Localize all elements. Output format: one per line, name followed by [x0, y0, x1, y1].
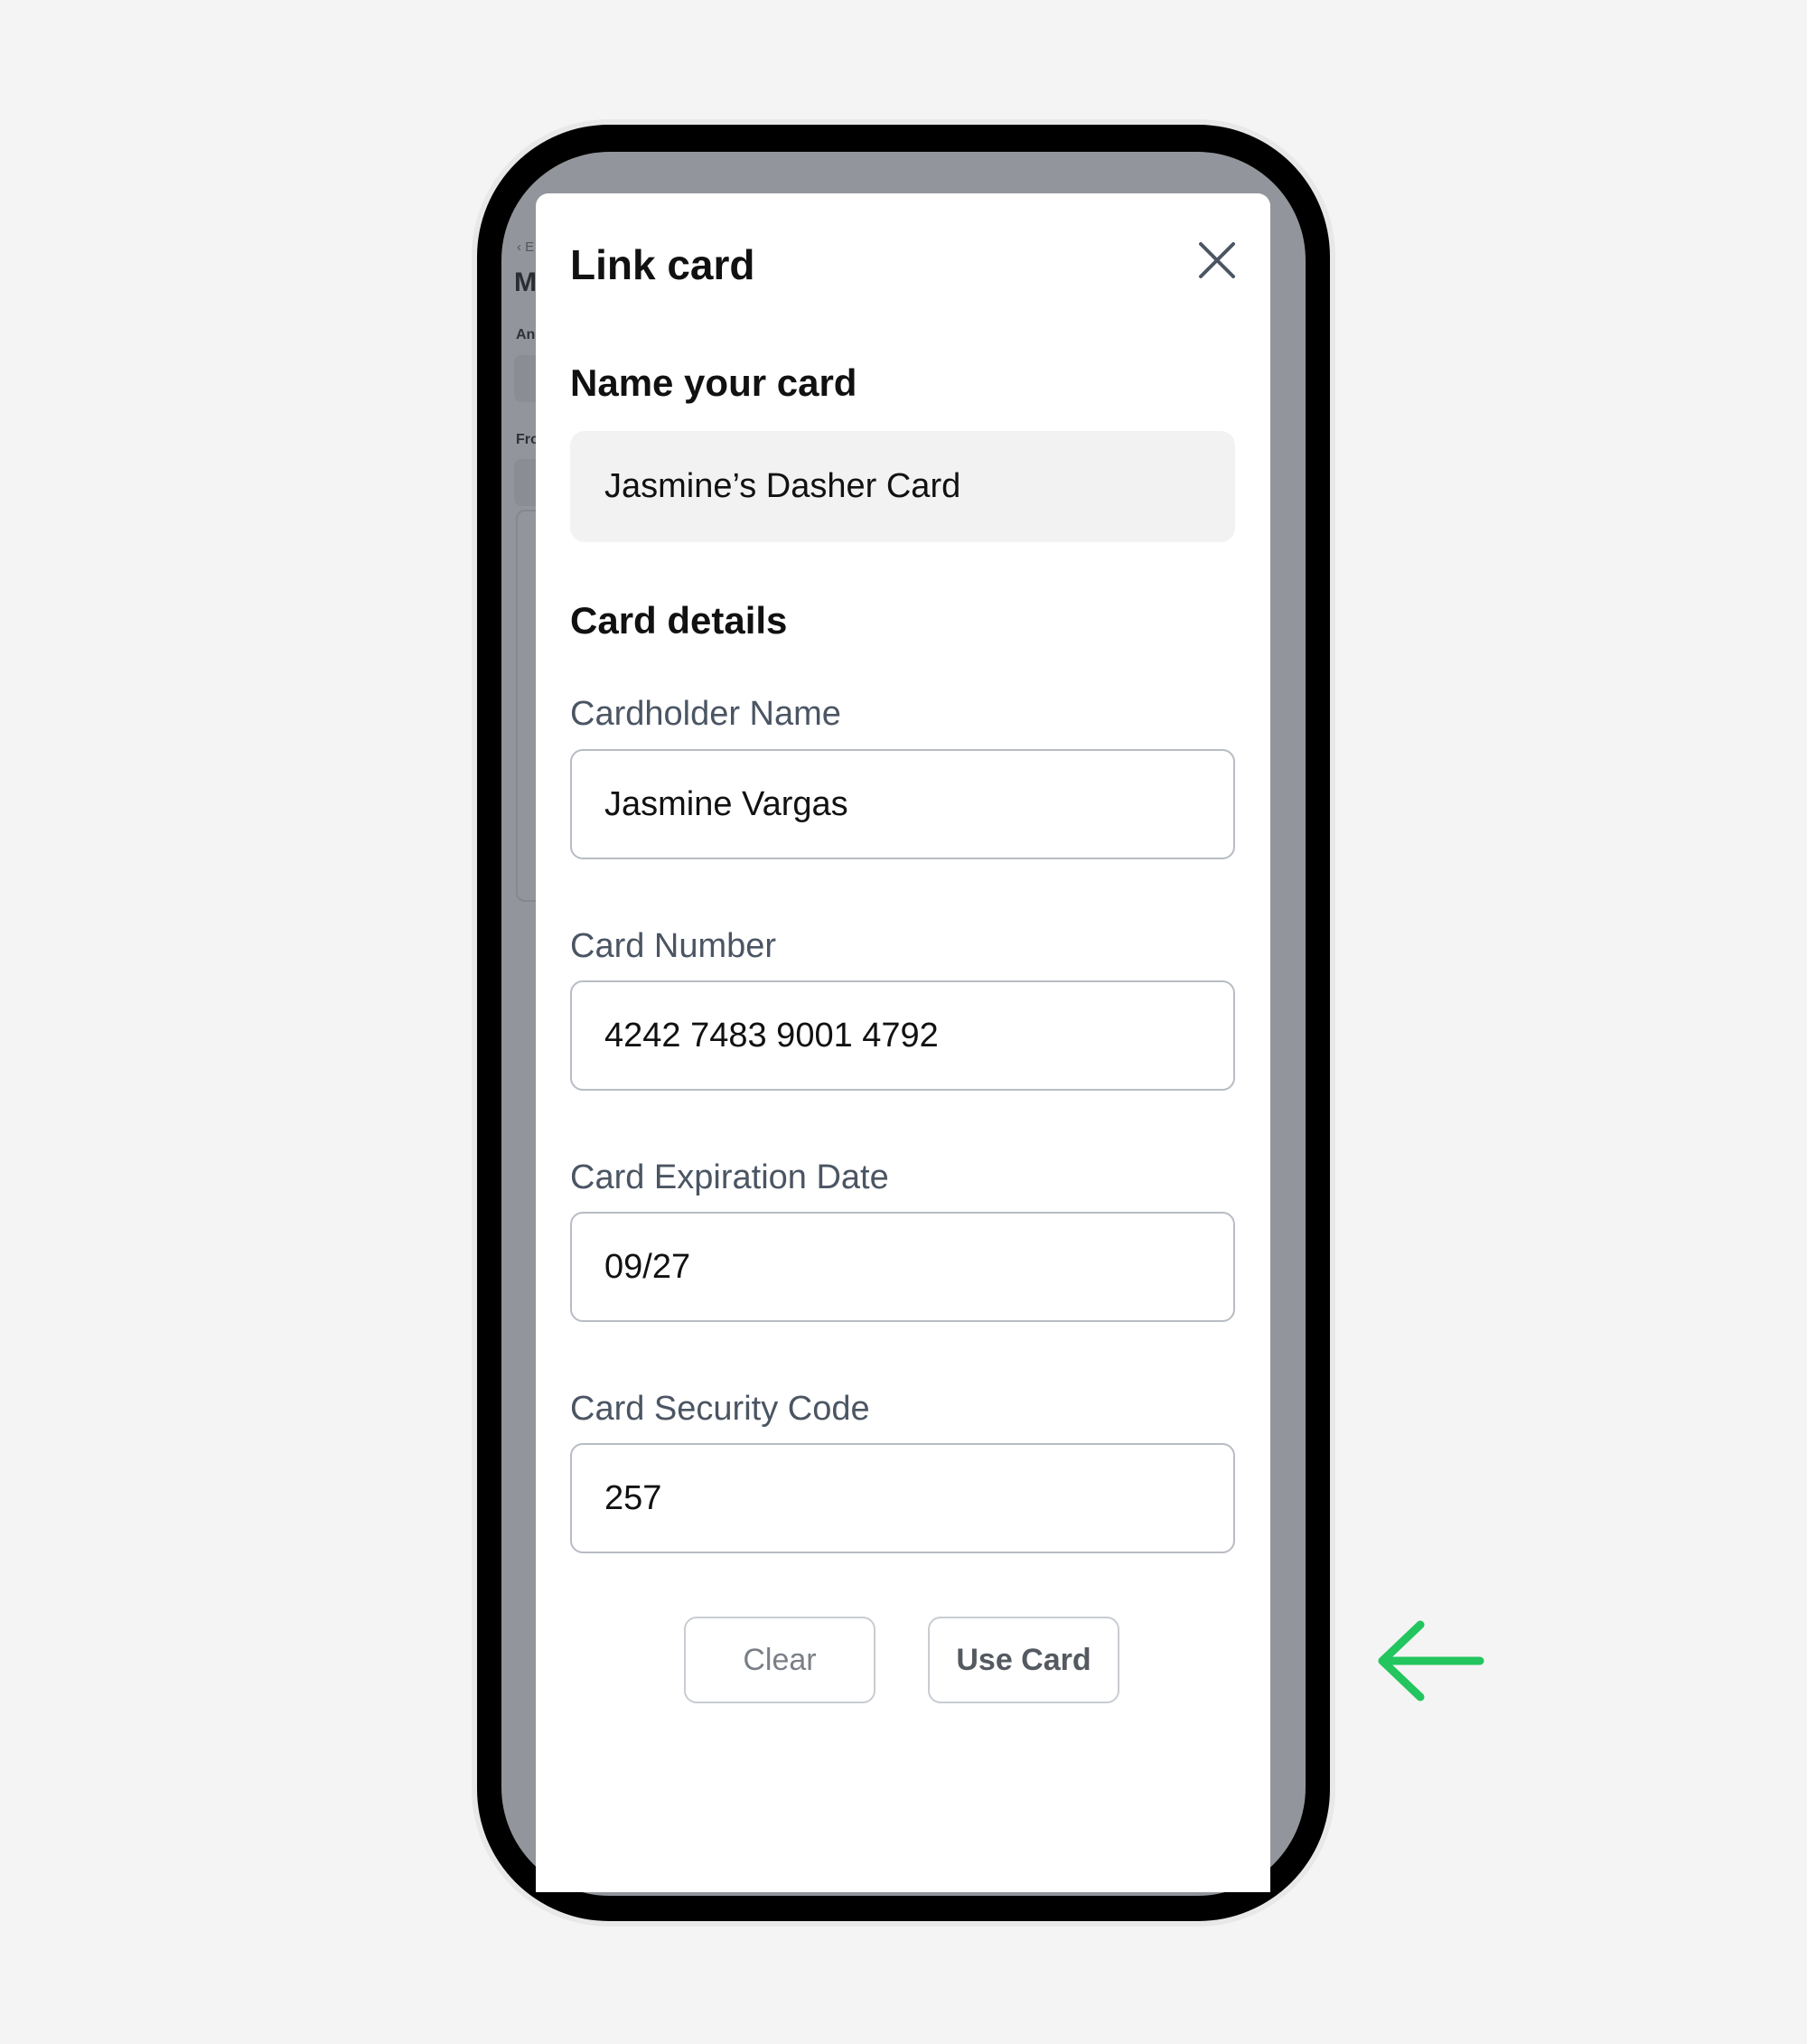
card-number-label: Card Number: [570, 927, 777, 965]
card-nickname-input[interactable]: Jasmine’s Dasher Card: [570, 431, 1235, 542]
name-section-heading: Name your card: [570, 361, 857, 404]
arrow-left-icon: [1378, 1620, 1484, 1702]
card-expiration-input[interactable]: 09/27: [570, 1212, 1235, 1322]
card-security-code-label: Card Security Code: [570, 1390, 870, 1428]
background-back-link: ‹ E: [517, 239, 535, 255]
details-section-heading: Card details: [570, 599, 788, 642]
link-card-sheet: Link card Name your card Jasmine’s Dashe…: [536, 193, 1270, 1892]
card-number-input[interactable]: 4242 7483 9001 4792: [570, 980, 1235, 1091]
close-button[interactable]: [1194, 237, 1241, 284]
use-card-button[interactable]: Use Card: [928, 1617, 1119, 1703]
close-icon: [1199, 242, 1235, 278]
clear-button[interactable]: Clear: [684, 1617, 875, 1703]
cardholder-name-label: Cardholder Name: [570, 695, 841, 733]
sheet-title: Link card: [570, 241, 755, 288]
background-label-amount: An: [516, 327, 536, 342]
cardholder-name-input[interactable]: Jasmine Vargas: [570, 749, 1235, 859]
card-security-code-input[interactable]: 257: [570, 1443, 1235, 1553]
background-title: M: [514, 267, 537, 297]
card-expiration-label: Card Expiration Date: [570, 1158, 889, 1196]
